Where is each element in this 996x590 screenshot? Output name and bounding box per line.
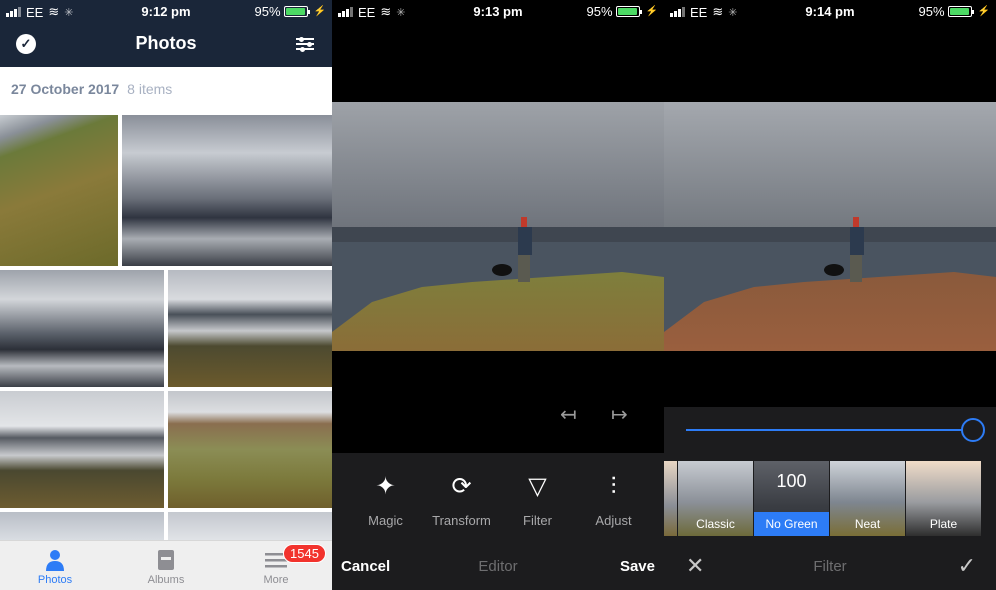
checkmark-icon[interactable]: ✓ [958, 553, 976, 579]
filter-panel: Classic 100 No Green Neat Plate [664, 407, 996, 543]
filter-label: Neat [854, 517, 881, 531]
person-icon [43, 549, 67, 571]
tab-label: Albums [147, 574, 185, 586]
save-button[interactable]: Save [620, 558, 655, 575]
filter-intensity-slider[interactable] [686, 418, 985, 442]
tool-label: Magic [368, 513, 403, 528]
filter-label: No Green [754, 512, 829, 536]
editor-screen: EE ≋ ✳ 9:13 pm 95% ⚡ ↤ ↦ ✦ Magic ⟳ Transform … [332, 0, 664, 590]
battery-icon [283, 6, 310, 17]
status-bar: EE ≋ ✳ 9:13 pm 95% ⚡ [332, 0, 664, 24]
section-count: 8 items [127, 81, 173, 97]
album-icon [154, 549, 178, 571]
charging-icon: ⚡ [645, 6, 658, 17]
photo-thumbnail[interactable] [0, 512, 164, 540]
photos-screen: EE ≋ ✳ 9:12 pm 95% ⚡ ✓ Photos 27 October 20… [0, 0, 332, 590]
adjust-sliders-icon: ⫶ [610, 473, 617, 500]
tab-label: More [263, 574, 289, 586]
battery-percent: 95% [254, 4, 281, 19]
tab-albums[interactable]: Albums [111, 541, 221, 590]
photo-thumbnail[interactable] [0, 115, 118, 266]
page-title: Photos [135, 33, 197, 53]
filter-no-green[interactable]: 100 No Green [754, 461, 829, 536]
transform-tool-button[interactable]: ⟳ Transform [420, 471, 503, 528]
battery-icon [615, 6, 642, 17]
battery-percent: 95% [586, 4, 613, 19]
editor-title: Editor [478, 558, 518, 575]
filter-bottom-bar: ✕ Filter ✓ [664, 543, 996, 590]
filter-screen: EE ≋ ✳ 9:14 pm 95% ⚡ Classic 100 No Green Ne… [664, 0, 996, 590]
filter-strip: Classic 100 No Green Neat Plate [664, 461, 996, 536]
photo-thumbnail[interactable] [168, 270, 332, 387]
photo-grid [0, 113, 332, 540]
section-date: 27 October 2017 [11, 81, 120, 97]
filtered-photo[interactable] [664, 102, 996, 351]
tab-bar: Photos Albums More 1545 [0, 540, 332, 590]
filter-classic[interactable]: Classic [678, 461, 753, 536]
magic-tool-button[interactable]: ✦ Magic [344, 471, 427, 528]
slider-track [686, 429, 973, 431]
filter-label: Plate [929, 517, 958, 531]
tool-label: Adjust [595, 513, 632, 528]
filter-icon: ▽ [528, 473, 547, 500]
crop-rotate-icon: ⟳ [451, 473, 472, 500]
filter-tool-button[interactable]: ▽ Filter [496, 471, 579, 528]
filter-settings-button[interactable] [296, 35, 314, 53]
status-bar: EE ≋ ✳ 9:12 pm 95% ⚡ [0, 0, 332, 24]
slider-knob[interactable] [961, 418, 985, 442]
adjust-tool-button[interactable]: ⫶ Adjust [572, 471, 655, 528]
editor-photo[interactable] [332, 102, 664, 351]
undo-button[interactable]: ↤ [560, 402, 577, 427]
editor-toolbar: ✦ Magic ⟳ Transform ▽ Filter ⫶ Adjust [332, 453, 664, 543]
filter-thumbnail[interactable] [664, 461, 677, 536]
redo-button[interactable]: ↦ [611, 402, 628, 427]
charging-icon: ⚡ [313, 6, 326, 17]
filter-neat[interactable]: Neat [830, 461, 905, 536]
photo-thumbnail[interactable] [168, 391, 332, 508]
tab-label: Photos [37, 574, 73, 586]
battery-icon [947, 6, 974, 17]
tab-photos[interactable]: Photos [0, 541, 110, 590]
navbar: EE ≋ ✳ 9:12 pm 95% ⚡ ✓ Photos [0, 0, 332, 67]
photo-thumbnail[interactable] [0, 391, 164, 508]
magic-wand-icon: ✦ [375, 473, 396, 500]
section-header: 27 October 2017 8 items [0, 67, 332, 113]
notification-badge: 1545 [283, 544, 326, 563]
battery-percent: 95% [918, 4, 945, 19]
photo-thumbnail[interactable] [168, 512, 332, 540]
photo-thumbnail[interactable] [0, 270, 164, 387]
undo-redo: ↤ ↦ [332, 402, 664, 426]
tool-label: Filter [523, 513, 552, 528]
status-bar: EE ≋ ✳ 9:14 pm 95% ⚡ [664, 0, 996, 24]
filter-plate[interactable]: Plate [906, 461, 981, 536]
tool-label: Transform [432, 513, 491, 528]
filter-title: Filter [813, 558, 847, 575]
filter-strength-value: 100 [776, 471, 807, 491]
charging-icon: ⚡ [977, 6, 990, 17]
filter-label: Classic [696, 517, 735, 531]
editor-bottom-bar: Cancel Editor Save [332, 543, 664, 590]
photo-thumbnail[interactable] [122, 115, 332, 266]
